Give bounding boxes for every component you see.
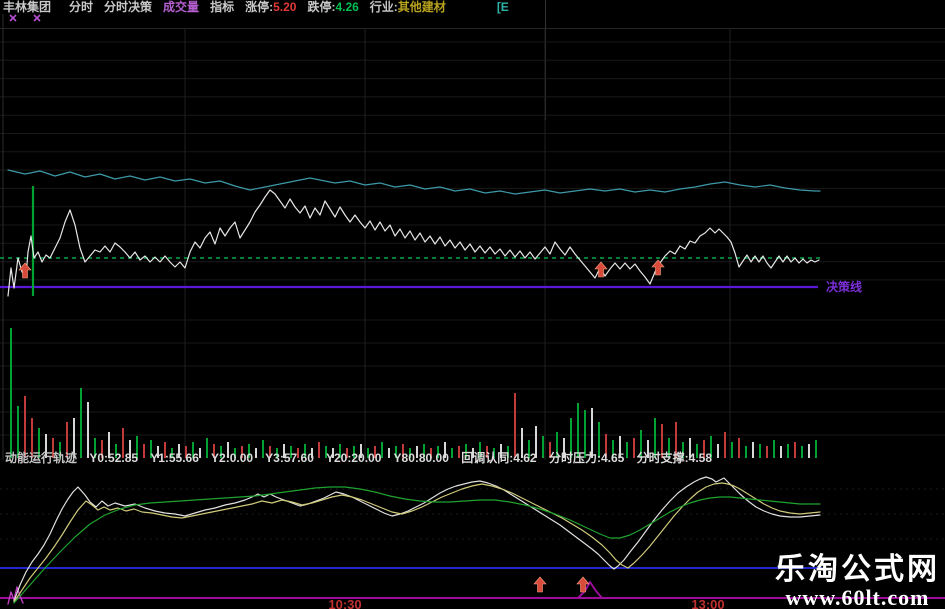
fast-white-line — [14, 477, 820, 601]
indicator-param-pullback: 回调认同:4.62 — [461, 451, 536, 465]
indicator-param-y1: Y1:55.66 — [150, 451, 199, 465]
top-menu-bar: 丰林集团 分时 分时决策 成交量 指标 涨停:5.20 跌停:4.26 行业:其… — [0, 0, 945, 14]
indicator-param-pressure: 分时压力:4.65 — [549, 451, 624, 465]
indicator-param-y2: Y2:0.00 — [211, 451, 253, 465]
menu-item-indicator[interactable]: 指标 — [210, 1, 234, 14]
watermark-site-name: 乐淘公式网 — [775, 554, 940, 586]
trading-app-window: 丰林集团 分时 分时决策 成交量 指标 涨停:5.20 跌停:4.26 行业:其… — [0, 0, 945, 609]
limit-up-value: 5.20 — [273, 0, 296, 14]
indicator-param-y20: Y20:20.00 — [326, 451, 381, 465]
menu-item-intraday-decision[interactable]: 分时决策 — [104, 1, 152, 14]
time-axis-label: 13:00 — [691, 597, 724, 609]
industry-value: 其他建材 — [398, 0, 446, 14]
indicator-param-y0: Y0:52.85 — [89, 451, 138, 465]
limit-up-field: 涨停:5.20 — [245, 1, 296, 14]
time-axis-label: 10:30 — [328, 597, 361, 609]
limit-up-label: 涨停: — [245, 0, 273, 14]
indicator-param-y80: Y80:80.00 — [394, 451, 449, 465]
buy-arrow-icon — [577, 577, 589, 592]
menu-item-intraday[interactable]: 分时 — [69, 1, 93, 14]
intraday-chart[interactable]: 决策线 — [0, 14, 945, 300]
indicator-title[interactable]: 动能运行轨迹 — [5, 451, 77, 465]
watermark-url: www.60lt.com — [775, 586, 940, 609]
limit-down-field: 跌停:4.26 — [307, 1, 358, 14]
buy-arrow-icon — [652, 260, 664, 275]
corner-tag: [E — [497, 1, 509, 14]
buy-arrow-icon — [19, 263, 31, 278]
limit-down-label: 跌停: — [307, 0, 335, 14]
menu-item-volume[interactable]: 成交量 — [163, 1, 199, 14]
industry-label: 行业: — [370, 0, 398, 14]
indicator-param-support: 分时支撑:4.58 — [637, 451, 712, 465]
stock-name[interactable]: 丰林集团 — [3, 1, 51, 14]
decision-line-label: 决策线 — [826, 279, 862, 294]
industry-field[interactable]: 行业:其他建材 — [370, 1, 446, 14]
indicator-header-row: 动能运行轨迹 Y0:52.85 Y1:55.66 Y2:0.00 Y3:57.6… — [5, 449, 721, 466]
volume-chart[interactable] — [0, 300, 945, 460]
average-line — [8, 170, 820, 194]
watermark: 乐淘公式网 www.60lt.com — [775, 554, 940, 609]
indicator-param-y3: Y3:57.60 — [265, 451, 314, 465]
buy-arrow-icon — [534, 577, 546, 592]
limit-down-value: 4.26 — [335, 0, 358, 14]
